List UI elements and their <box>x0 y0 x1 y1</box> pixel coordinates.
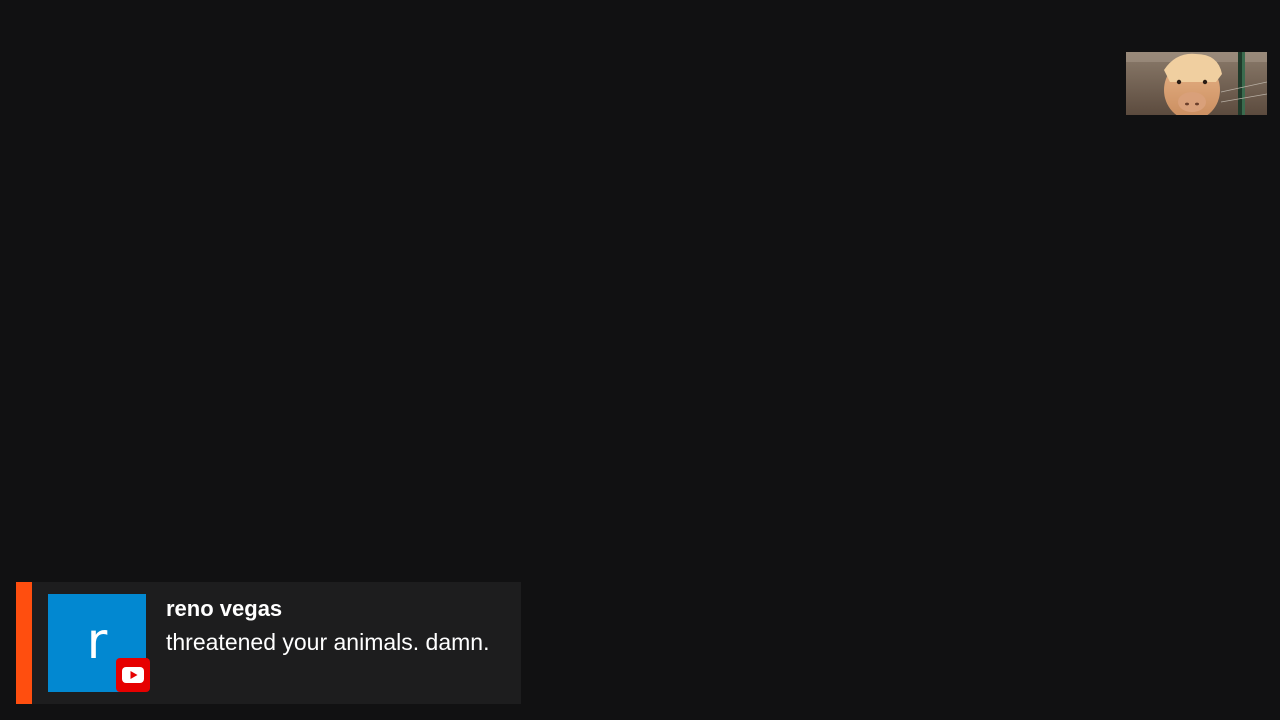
accent-bar <box>16 582 32 704</box>
youtube-icon <box>116 658 150 692</box>
chat-highlight-card: r reno vegas threatened your animals. da… <box>16 582 521 704</box>
avatar-initial: r <box>86 612 108 670</box>
chat-message: threatened your animals. damn. <box>166 629 490 655</box>
pony-thumbnail-image <box>1126 52 1267 115</box>
overlay-stage: r reno vegas threatened your animals. da… <box>0 0 1280 720</box>
chat-username: reno vegas <box>166 596 283 621</box>
